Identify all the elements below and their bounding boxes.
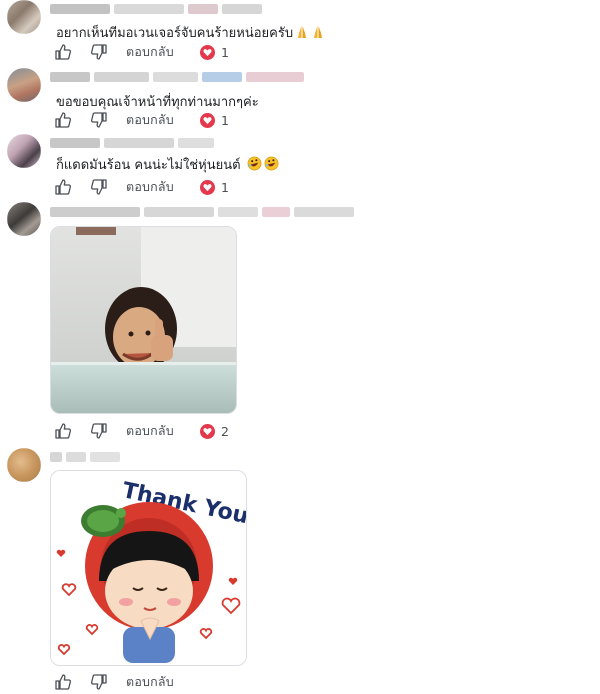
avatar[interactable]: [7, 202, 41, 236]
avatar[interactable]: [7, 134, 41, 168]
thumbs-up-icon[interactable]: [54, 673, 72, 691]
avatar[interactable]: [7, 0, 41, 34]
sticker-image: Thank You: [51, 471, 246, 665]
rolling-laughing-icon: [264, 156, 279, 175]
comment-actions: ตอบกลับ: [54, 672, 200, 692]
commenter-name-redacted[interactable]: [50, 452, 120, 462]
reply-button[interactable]: ตอบกลับ: [126, 110, 174, 130]
thumbs-down-icon[interactable]: [90, 111, 108, 129]
commenter-name-redacted[interactable]: [50, 72, 304, 82]
gif-image: [51, 227, 236, 413]
comment-actions: ตอบกลับ 1: [54, 177, 229, 197]
sticker-thank-you-girl[interactable]: Thank You: [50, 470, 247, 666]
thumbs-down-icon[interactable]: [90, 43, 108, 61]
comment-text: ขอขอบคุณเจ้าหน้าที่ทุกท่านมากๆค่ะ: [56, 95, 259, 110]
folded-hands-icon: [295, 25, 309, 43]
comment-actions: ตอบกลับ 1: [54, 110, 229, 130]
avatar[interactable]: [7, 448, 41, 482]
gif-child-thumbs-up[interactable]: [50, 226, 237, 414]
commenter-name-redacted[interactable]: [50, 207, 354, 217]
heart-icon: [199, 44, 215, 60]
thumbs-up-icon[interactable]: [54, 43, 72, 61]
folded-hands-icon: [311, 25, 325, 43]
comment-actions: ตอบกลับ 2: [54, 421, 229, 441]
comment-text: ก็แดดมันร้อน คนน่ะไม่ใช่หุ่นยนต์: [56, 154, 279, 175]
heart-icon: [199, 423, 215, 439]
reaction-count[interactable]: 1: [199, 44, 229, 60]
avatar[interactable]: [7, 68, 41, 102]
heart-icon: [199, 112, 215, 128]
commenter-name-redacted[interactable]: [50, 138, 214, 148]
reaction-count[interactable]: 1: [199, 179, 229, 195]
reaction-count[interactable]: 2: [199, 423, 229, 439]
commenter-name-redacted[interactable]: [50, 4, 262, 14]
thumbs-up-icon[interactable]: [54, 178, 72, 196]
thumbs-up-icon[interactable]: [54, 111, 72, 129]
reply-button[interactable]: ตอบกลับ: [126, 672, 174, 692]
thumbs-down-icon[interactable]: [90, 422, 108, 440]
thumbs-up-icon[interactable]: [54, 422, 72, 440]
comment-text: อยากเห็นทีมอเวนเจอร์จับคนร้ายหน่อยครับ: [56, 22, 325, 43]
reply-button[interactable]: ตอบกลับ: [126, 421, 174, 441]
comment-actions: ตอบกลับ 1: [54, 42, 229, 62]
thumbs-down-icon[interactable]: [90, 178, 108, 196]
reply-button[interactable]: ตอบกลับ: [126, 177, 174, 197]
heart-icon: [199, 179, 215, 195]
reply-button[interactable]: ตอบกลับ: [126, 42, 174, 62]
rolling-laughing-icon: [247, 156, 262, 175]
thumbs-down-icon[interactable]: [90, 673, 108, 691]
reaction-count[interactable]: 1: [199, 112, 229, 128]
